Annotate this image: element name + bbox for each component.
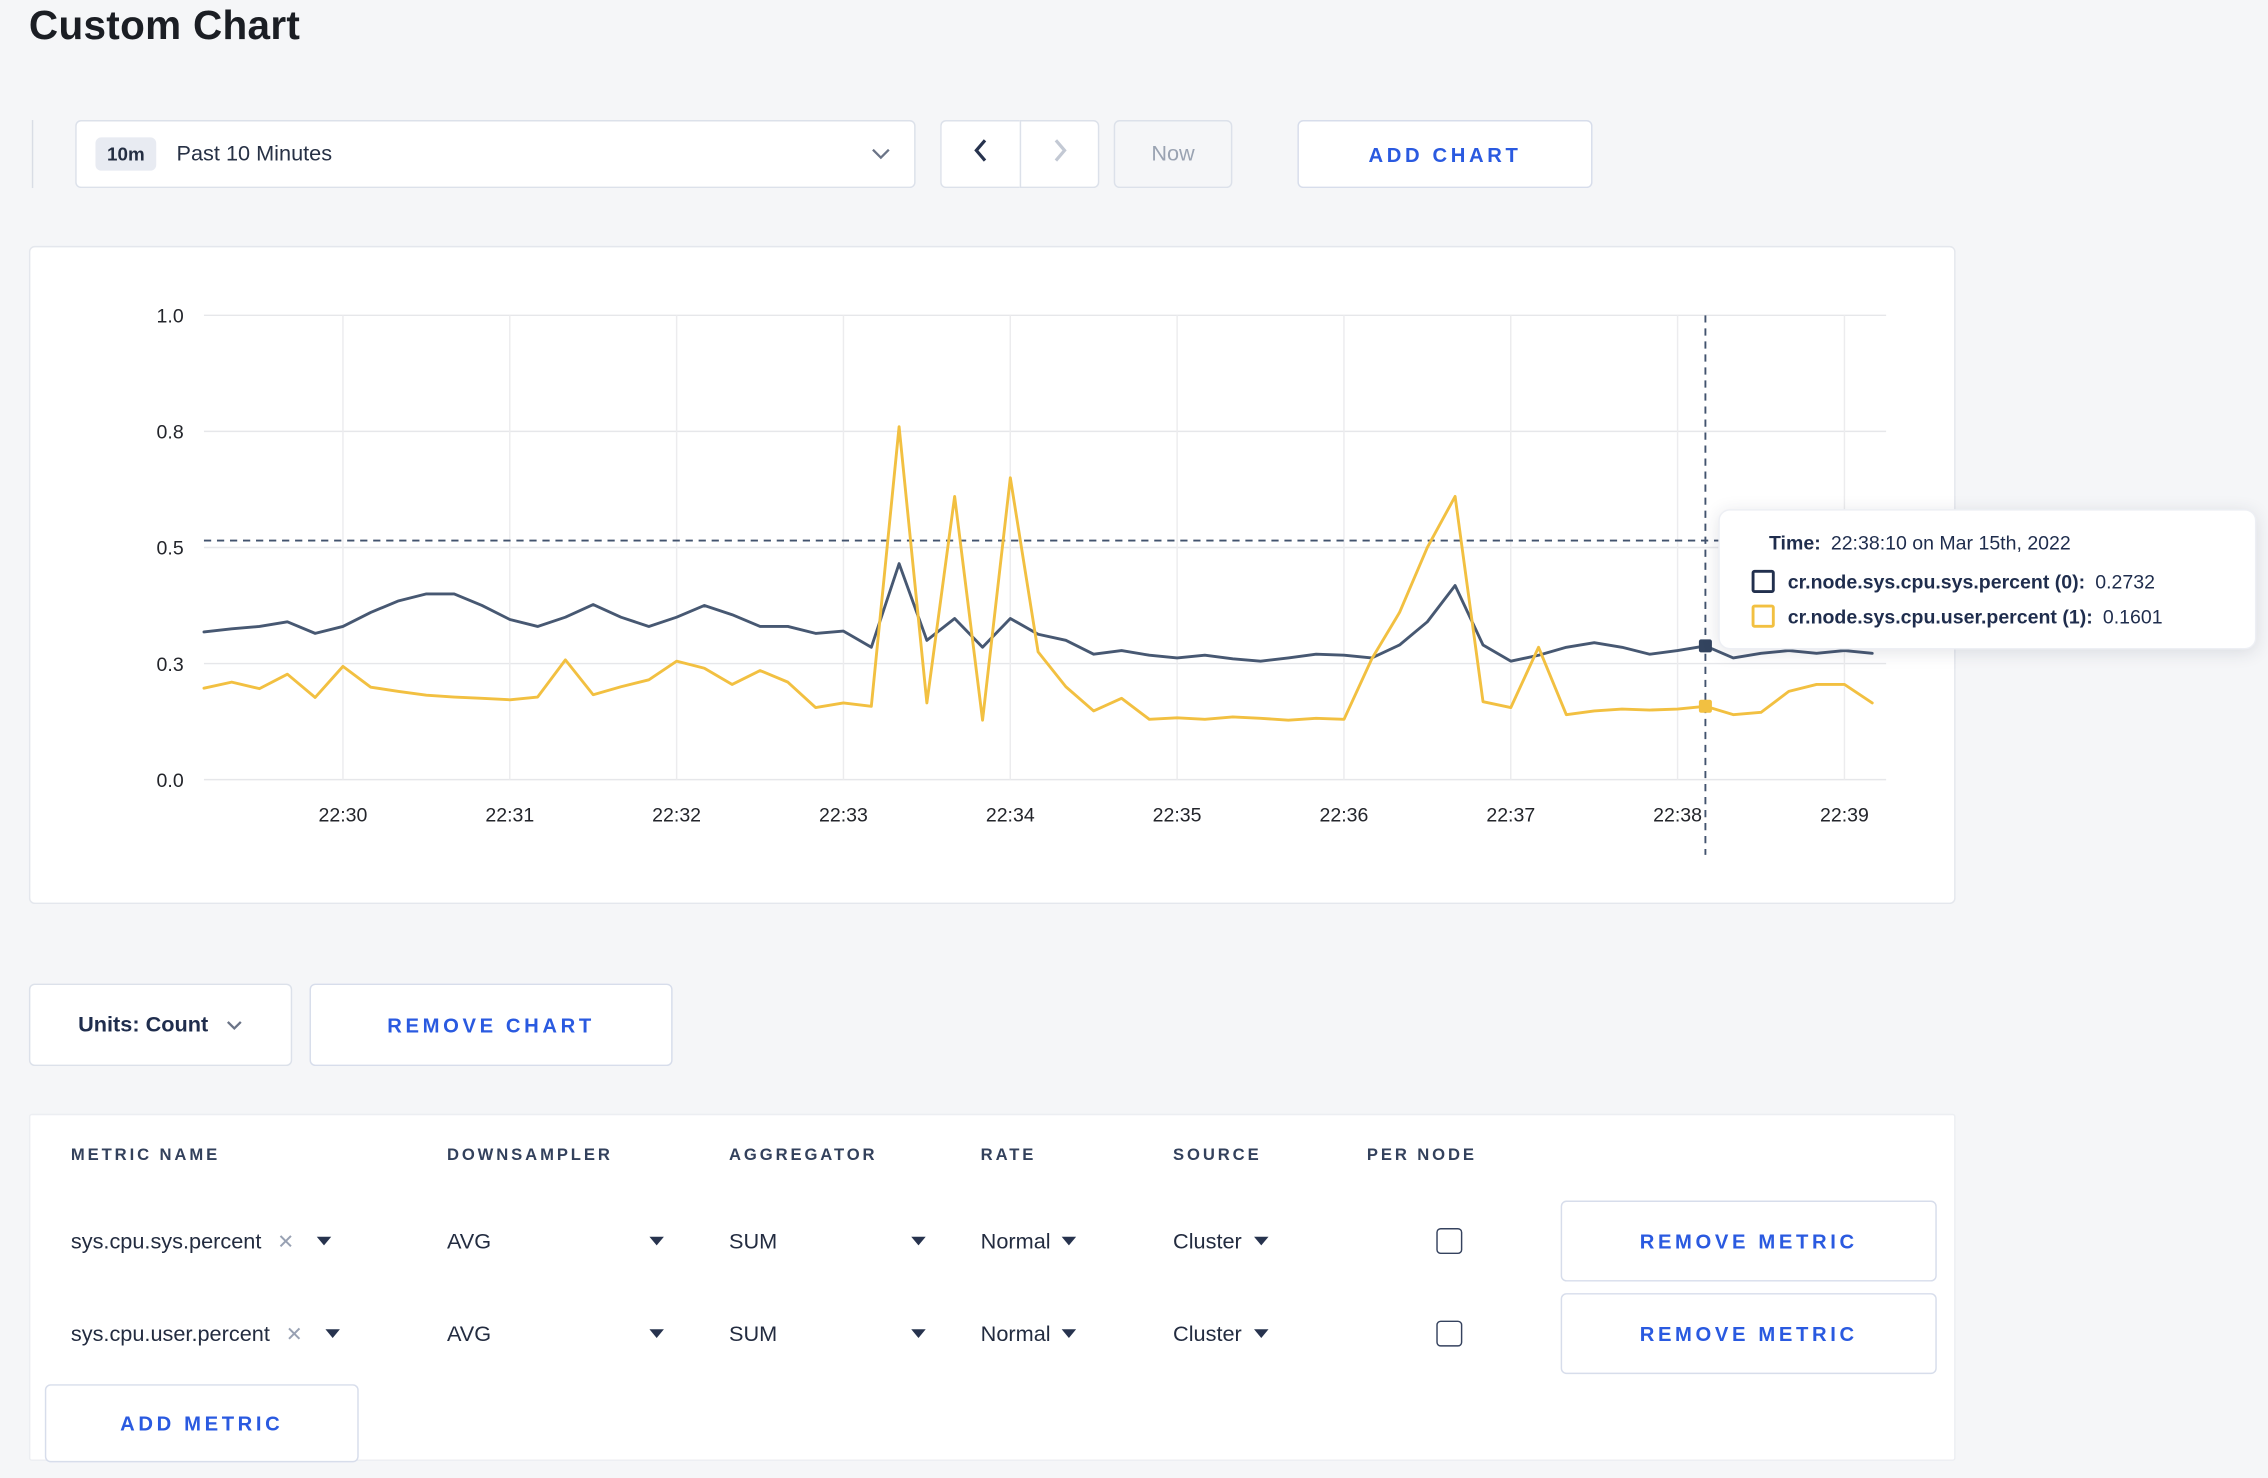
svg-text:22:37: 22:37 <box>1486 805 1535 827</box>
caret-down-icon <box>649 1329 664 1338</box>
chevron-right-icon <box>1051 137 1068 170</box>
table-row: sys.cpu.user.percent ✕ AVG SUM Normal Cl… <box>30 1289 1957 1379</box>
column-header-rate: RATE <box>980 1147 1037 1165</box>
chart-plot[interactable]: 0.0 0.3 0.5 0.8 1.0 22:30 22:31 22:32 22:33 22:34… <box>30 247 1957 905</box>
column-header-metric-name: METRIC NAME <box>70 1147 221 1165</box>
metric-name-value: sys.cpu.sys.percent <box>70 1228 262 1254</box>
source-value: Cluster <box>1173 1228 1242 1254</box>
svg-text:22:38: 22:38 <box>1653 805 1702 827</box>
svg-text:0.3: 0.3 <box>157 654 184 676</box>
aggregator-value: SUM <box>728 1321 778 1346</box>
time-range-dropdown[interactable]: 10m Past 10 Minutes <box>75 120 916 189</box>
svg-text:1.0: 1.0 <box>157 306 184 328</box>
svg-text:22:32: 22:32 <box>652 805 701 827</box>
svg-text:22:34: 22:34 <box>986 805 1035 827</box>
chart-card: 0.0 0.3 0.5 0.8 1.0 22:30 22:31 22:32 22:33 22:34… <box>28 245 1957 905</box>
tooltip-series-row: cr.node.sys.cpu.user.percent (1): 0.1601 <box>1751 604 2226 628</box>
tooltip-time-label: Time: <box>1768 532 1821 554</box>
caret-down-icon <box>1062 1329 1077 1338</box>
metrics-table: METRIC NAME DOWNSAMPLER AGGREGATOR RATE … <box>28 1113 1957 1463</box>
page-title: Custom Chart <box>28 2 301 48</box>
source-value: Cluster <box>1173 1321 1242 1346</box>
caret-down-icon <box>1062 1236 1077 1246</box>
caret-down-icon <box>911 1329 926 1338</box>
svg-text:22:39: 22:39 <box>1820 805 1869 827</box>
per-node-checkbox[interactable] <box>1436 1228 1463 1255</box>
svg-text:22:33: 22:33 <box>819 805 868 827</box>
metric-name-select[interactable]: sys.cpu.user.percent ✕ <box>70 1289 341 1379</box>
rate-select[interactable]: Normal <box>981 1289 1077 1379</box>
metric-name-value: sys.cpu.user.percent <box>70 1321 270 1346</box>
downsampler-select[interactable]: AVG <box>447 1196 664 1286</box>
caret-down-icon <box>317 1236 332 1246</box>
column-header-per-node: PER NODE <box>1366 1147 1477 1165</box>
caret-down-icon <box>649 1236 664 1246</box>
clear-metric-icon[interactable]: ✕ <box>277 1231 294 1251</box>
svg-text:0.0: 0.0 <box>157 770 184 792</box>
time-range-label: Past 10 Minutes <box>176 141 333 167</box>
units-dropdown[interactable]: Units: Count <box>28 983 293 1067</box>
tooltip-series-row: cr.node.sys.cpu.sys.percent (0): 0.2732 <box>1751 569 2226 594</box>
units-dropdown-label: Units: Count <box>78 1012 209 1038</box>
remove-metric-button[interactable]: REMOVE METRIC <box>1560 1293 1937 1375</box>
tooltip-series-label: cr.node.sys.cpu.user.percent (1): <box>1787 605 2093 628</box>
column-header-aggregator: AGGREGATOR <box>728 1147 878 1165</box>
tooltip-time: Time: 22:38:10 on Mar 15th, 2022 <box>1769 532 2226 554</box>
column-header-source: SOURCE <box>1173 1147 1262 1165</box>
metric-name-select[interactable]: sys.cpu.sys.percent ✕ <box>71 1196 332 1286</box>
series-user-swatch-icon <box>1751 604 1775 628</box>
toolbar-divider <box>31 120 34 189</box>
add-metric-button[interactable]: ADD METRIC <box>44 1384 359 1463</box>
aggregator-value: SUM <box>728 1228 778 1254</box>
downsampler-select[interactable]: AVG <box>447 1289 664 1379</box>
source-select[interactable]: Cluster <box>1173 1289 1268 1379</box>
time-nav-group <box>940 120 1100 189</box>
chart-tooltip: Time: 22:38:10 on Mar 15th, 2022 cr.node.… <box>1718 509 2257 650</box>
clear-metric-icon[interactable]: ✕ <box>286 1323 303 1343</box>
tooltip-series-value: 0.1601 <box>2102 605 2163 628</box>
per-node-checkbox[interactable] <box>1436 1320 1463 1347</box>
svg-text:0.8: 0.8 <box>157 422 184 444</box>
add-chart-button[interactable]: ADD CHART <box>1297 120 1593 189</box>
caret-down-icon <box>1253 1236 1268 1246</box>
downsampler-value: AVG <box>446 1321 492 1346</box>
svg-text:22:35: 22:35 <box>1153 805 1202 827</box>
time-range-badge: 10m <box>95 137 157 171</box>
rate-select[interactable]: Normal <box>981 1196 1077 1286</box>
chevron-down-icon <box>871 141 891 167</box>
svg-text:22:30: 22:30 <box>319 805 368 827</box>
caret-down-icon <box>325 1329 341 1338</box>
svg-text:22:31: 22:31 <box>485 805 534 827</box>
rate-value: Normal <box>980 1228 1051 1254</box>
remove-metric-button[interactable]: REMOVE METRIC <box>1560 1200 1937 1282</box>
tooltip-series-label: cr.node.sys.cpu.sys.percent (0): <box>1787 570 2086 593</box>
aggregator-select[interactable]: SUM <box>729 1196 926 1286</box>
caret-down-icon <box>911 1236 926 1246</box>
page: Custom Chart 10m Past 10 Minutes Now ADD… <box>0 0 2268 1478</box>
downsampler-value: AVG <box>446 1228 492 1254</box>
tooltip-series-value: 0.2732 <box>2095 570 2156 593</box>
table-row: sys.cpu.sys.percent ✕ AVG SUM Normal Clu… <box>30 1196 1957 1286</box>
rate-value: Normal <box>980 1321 1051 1346</box>
svg-text:0.5: 0.5 <box>157 538 184 560</box>
now-button[interactable]: Now <box>1113 120 1233 189</box>
chevron-down-icon <box>226 1012 243 1038</box>
caret-down-icon <box>1253 1329 1268 1338</box>
svg-text:22:36: 22:36 <box>1320 805 1369 827</box>
prev-timeframe-button[interactable] <box>940 120 1020 189</box>
series-sys-swatch-icon <box>1751 569 1775 594</box>
next-timeframe-button[interactable] <box>1019 120 1100 189</box>
chevron-left-icon <box>972 137 989 170</box>
tooltip-time-value: 22:38:10 on Mar 15th, 2022 <box>1830 532 2071 554</box>
column-header-downsampler: DOWNSAMPLER <box>446 1147 613 1165</box>
remove-chart-button[interactable]: REMOVE CHART <box>309 983 673 1067</box>
source-select[interactable]: Cluster <box>1173 1196 1268 1286</box>
aggregator-select[interactable]: SUM <box>729 1289 926 1379</box>
